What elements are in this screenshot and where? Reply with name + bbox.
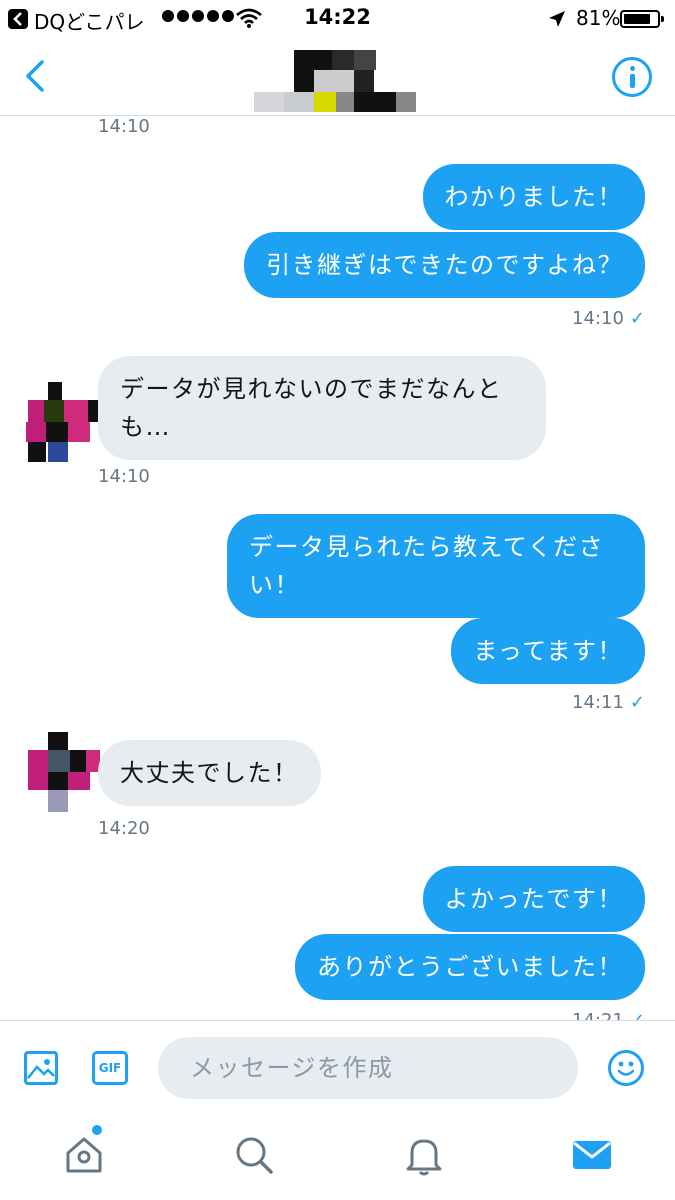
outgoing-message[interactable]: よかったです！ [422,866,645,932]
status-bar: DQどこパレ 14:22 81% [0,0,675,38]
status-time: 14:22 [304,5,371,29]
bottom-tab-bar [0,1115,675,1200]
message-timestamp: 14:20 [98,818,150,839]
notification-dot [92,1125,102,1135]
gif-icon[interactable]: GIF [92,1051,128,1085]
participant-avatar-pixelated[interactable] [250,50,420,114]
messages-icon [573,1141,611,1169]
message-composer: GIF メッセージを作成 [0,1020,675,1115]
tab-messages[interactable] [570,1133,614,1177]
chevron-left-icon[interactable] [20,56,54,96]
incoming-message[interactable]: 大丈夫でした！ [98,740,321,806]
sender-avatar-pixelated[interactable] [22,732,102,812]
tab-search[interactable] [232,1133,276,1177]
outgoing-message[interactable]: まってます！ [451,618,645,684]
message-timestamp: 14:10 [98,466,150,487]
home-icon [66,1137,102,1173]
location-arrow-icon [549,11,565,27]
notifications-icon [406,1139,442,1176]
sent-check-icon: ✓ [630,1010,645,1020]
message-timestamp: 14:21✓ [572,1010,645,1020]
tab-notifications[interactable] [402,1133,446,1177]
message-timestamp: 14:11 ✓ [572,692,645,713]
emoji-icon[interactable] [608,1050,644,1086]
outgoing-message[interactable]: わかりました！ [422,164,645,230]
message-timestamp: 14:10 ✓ [572,308,645,329]
message-thread[interactable]: 14:10 わかりました！ 引き継ぎはできたのですよね？ 14:10 ✓ データが… [0,116,675,1020]
message-timestamp: 14:10 [98,116,150,137]
image-icon[interactable] [24,1051,58,1085]
outgoing-message[interactable]: 引き継ぎはできたのですよね？ [244,232,645,298]
sent-check-icon: ✓ [629,308,645,329]
battery-percent: 81% [576,6,621,30]
battery-icon [620,10,664,28]
sent-check-icon: ✓ [629,692,645,713]
outgoing-message[interactable]: ありがとうございました！ [295,934,645,1000]
search-icon [236,1137,273,1174]
incoming-message[interactable]: データが見れないのでまだなんとも… [98,356,546,460]
message-input[interactable]: メッセージを作成 [158,1037,578,1099]
sender-avatar-pixelated[interactable] [22,382,102,462]
info-icon[interactable] [612,57,652,97]
outgoing-message[interactable]: データ見られたら教えてください！ [227,514,645,618]
conversation-header [0,38,675,116]
tab-home[interactable] [62,1125,106,1177]
